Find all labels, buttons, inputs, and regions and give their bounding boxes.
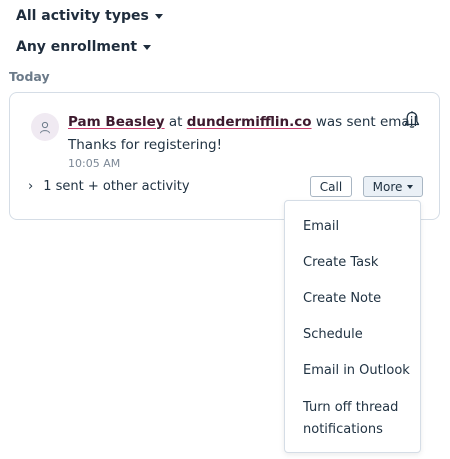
enrollment-filter-label: Any enrollment xyxy=(16,39,138,55)
more-button-label: More xyxy=(372,179,403,194)
activity-type-filter[interactable]: All activity types xyxy=(16,8,163,24)
menu-item-turn-off-thread-notifications[interactable]: Turn off thread notifications xyxy=(303,397,413,441)
expand-activity-toggle[interactable]: › 1 sent + other activity xyxy=(28,179,190,194)
activity-timestamp: 10:05 AM xyxy=(68,157,121,170)
expand-label: 1 sent + other activity xyxy=(43,179,190,194)
section-label: Today xyxy=(9,69,50,84)
avatar[interactable] xyxy=(31,113,59,141)
enrollment-filter[interactable]: Any enrollment xyxy=(16,39,152,55)
menu-item-email-in-outlook[interactable]: Email in Outlook xyxy=(303,360,413,382)
at-text: at xyxy=(168,114,183,130)
activity-title: Pam Beasley at dundermifflin.co was sent… xyxy=(68,114,417,130)
caret-down-icon xyxy=(143,45,152,50)
menu-item-email[interactable]: Email xyxy=(303,216,413,238)
more-button[interactable]: More xyxy=(363,176,423,197)
caret-down-icon xyxy=(407,184,414,189)
contact-link[interactable]: Pam Beasley xyxy=(68,114,165,130)
menu-item-schedule[interactable]: Schedule xyxy=(303,324,413,346)
person-icon xyxy=(40,121,50,133)
more-dropdown-menu: Email Create Task Create Note Schedule E… xyxy=(284,200,421,453)
menu-item-create-task[interactable]: Create Task xyxy=(303,252,413,274)
caret-down-icon xyxy=(154,14,163,19)
bell-icon[interactable] xyxy=(402,110,422,130)
menu-item-create-note[interactable]: Create Note xyxy=(303,288,413,310)
company-link[interactable]: dundermifflin.co xyxy=(187,114,312,130)
activity-message: Thanks for registering! xyxy=(68,137,222,153)
chevron-right-icon: › xyxy=(28,179,34,194)
call-button[interactable]: Call xyxy=(310,176,352,197)
call-button-label: Call xyxy=(319,179,343,194)
activity-type-filter-label: All activity types xyxy=(16,8,149,24)
